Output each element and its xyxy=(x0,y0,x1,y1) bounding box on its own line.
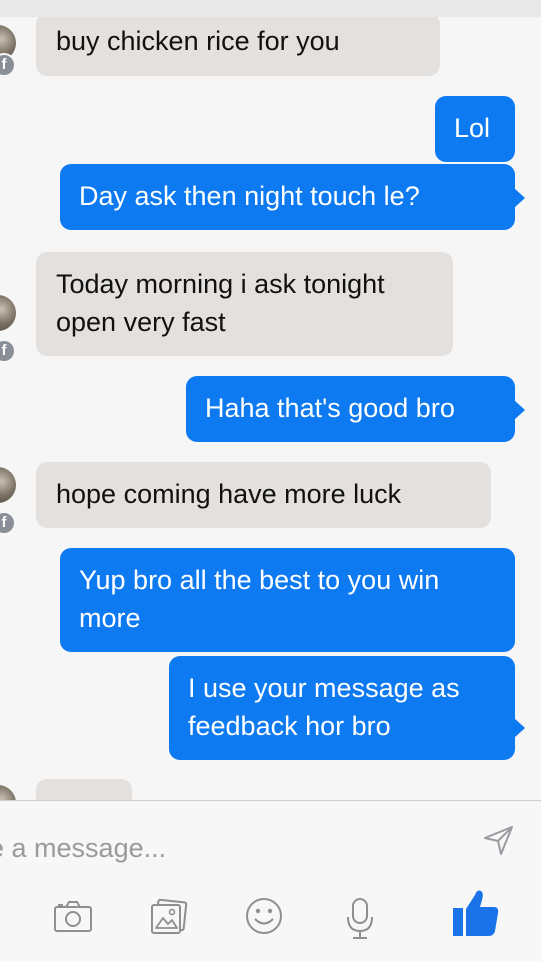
photo-gallery-icon[interactable] xyxy=(148,896,190,938)
facebook-badge-icon: f xyxy=(0,53,16,77)
message-incoming[interactable] xyxy=(36,779,132,800)
message-outgoing[interactable]: I use your message as feedback hor bro xyxy=(169,656,525,760)
status-strip xyxy=(0,0,541,18)
message-outgoing[interactable]: Haha that's good bro xyxy=(186,376,525,442)
message-text: buy chicken rice for you xyxy=(56,26,340,56)
message-line: open very fast xyxy=(56,307,226,337)
message-text: hope coming have more luck xyxy=(56,479,402,509)
message-input[interactable] xyxy=(0,829,434,867)
facebook-badge-icon: f xyxy=(0,339,16,363)
send-icon[interactable] xyxy=(482,824,516,858)
message-text: Lol xyxy=(454,113,491,143)
message-line: more xyxy=(79,603,141,633)
message-incoming[interactable]: Today morning i ask tonight open very fa… xyxy=(36,252,453,356)
message-line: Today morning i ask tonight xyxy=(56,269,385,299)
contact-avatar[interactable] xyxy=(0,785,16,800)
message-line: I use your message as xyxy=(188,673,460,703)
message-incoming[interactable]: hope coming have more luck xyxy=(36,462,491,528)
camera-icon[interactable] xyxy=(52,896,94,938)
message-line: Yup bro all the best to you win xyxy=(79,565,440,595)
message-line: feedback hor bro xyxy=(188,711,391,741)
contact-avatar[interactable] xyxy=(0,467,16,503)
like-icon[interactable] xyxy=(450,886,502,940)
bubble-tail xyxy=(514,400,525,420)
facebook-badge-icon: f xyxy=(0,511,16,535)
sticker-icon[interactable] xyxy=(244,896,284,936)
message-thread[interactable]: f buy chicken rice for you Lol Day ask t… xyxy=(0,17,541,800)
message-incoming[interactable]: buy chicken rice for you xyxy=(36,17,440,76)
message-text: Day ask then night touch le? xyxy=(79,181,420,211)
contact-avatar[interactable] xyxy=(0,295,16,331)
message-outgoing[interactable]: Yup bro all the best to you win more xyxy=(60,548,515,652)
message-outgoing[interactable]: Lol xyxy=(435,96,515,162)
bubble-tail xyxy=(514,718,525,738)
microphone-icon[interactable] xyxy=(342,896,378,942)
bubble-tail xyxy=(514,188,525,208)
message-text: Haha that's good bro xyxy=(205,393,455,423)
message-outgoing[interactable]: Day ask then night touch le? xyxy=(60,164,525,230)
